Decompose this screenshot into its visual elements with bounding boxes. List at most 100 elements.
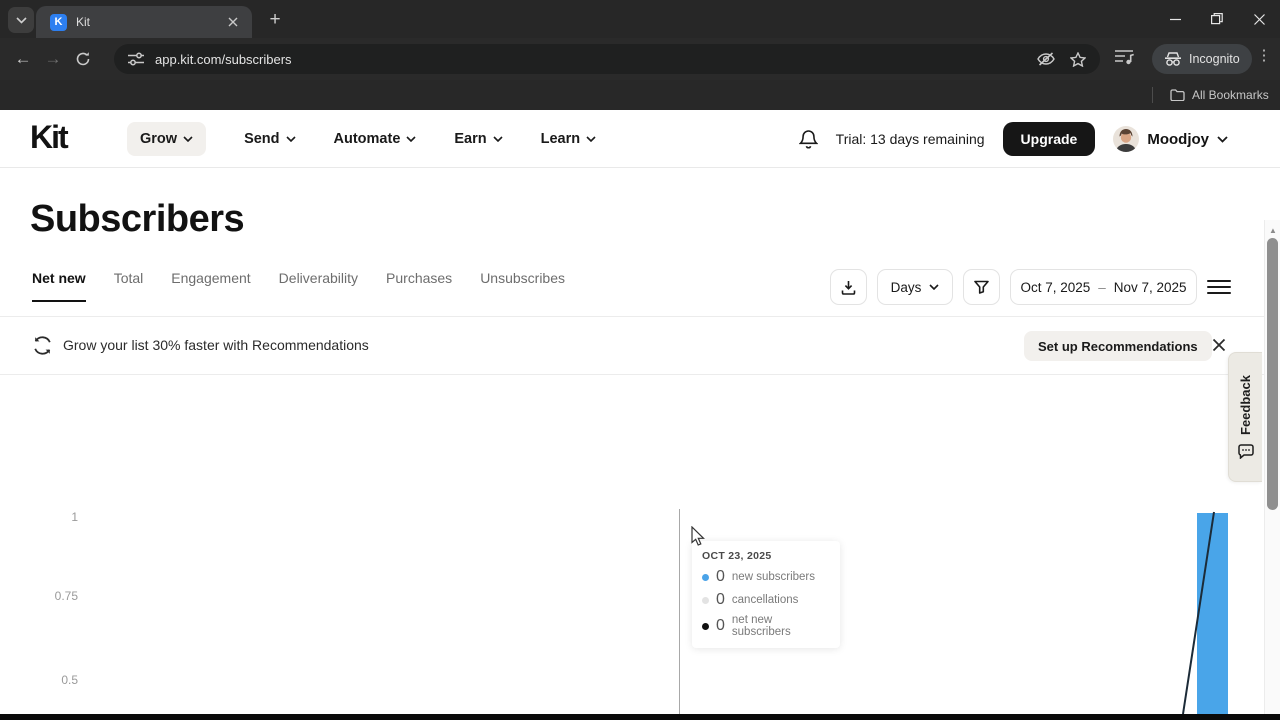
tooltip-label: cancellations — [732, 594, 798, 606]
nav-item-label: Grow — [140, 131, 177, 147]
setup-recommendations-button[interactable]: Set up Recommendations — [1024, 331, 1212, 361]
forward-icon[interactable]: → — [38, 44, 68, 74]
tab-title: Kit — [76, 15, 224, 29]
chevron-down-icon — [929, 284, 939, 290]
tooltip-date: OCT 23, 2025 — [702, 550, 830, 562]
url-text[interactable]: app.kit.com/subscribers — [155, 52, 1037, 67]
chart-menu-icon[interactable] — [1207, 277, 1231, 297]
minimize-button[interactable] — [1154, 0, 1196, 38]
interval-label: Days — [891, 280, 922, 295]
chevron-down-icon — [1217, 136, 1228, 143]
banner-text: Grow your list 30% faster with Recommend… — [63, 337, 369, 353]
bookmarks-divider — [1152, 87, 1153, 103]
browser-toolbar: ← → app.kit.com/subscribers Incognito ⋮ — [0, 38, 1280, 80]
filter-button[interactable] — [963, 269, 1000, 305]
page-scrollbar[interactable]: ▲ ▼ — [1264, 220, 1280, 720]
bell-icon[interactable] — [799, 129, 818, 150]
chevron-down-icon — [586, 136, 596, 142]
new-tab-button[interactable]: + — [262, 7, 288, 33]
nav-item-label: Send — [244, 131, 279, 147]
date-range-separator: – — [1098, 280, 1106, 295]
tooltip-value: 0 — [716, 591, 725, 609]
tab-close-icon[interactable] — [224, 13, 242, 31]
scrollbar-up-icon[interactable]: ▲ — [1265, 222, 1280, 238]
tab-search-button[interactable] — [8, 7, 34, 33]
chevron-down-icon — [16, 17, 27, 24]
tooltip-label: new subscribers — [732, 571, 815, 583]
nav-item-send[interactable]: Send — [244, 131, 295, 147]
net-new-chart[interactable]: 1 0.75 0.5 0.25 OCT 23, 2025 0 new subsc… — [0, 375, 1264, 714]
all-bookmarks-button[interactable]: All Bookmarks — [1170, 80, 1269, 110]
banner-close-icon[interactable] — [1212, 338, 1226, 352]
close-window-button[interactable] — [1238, 0, 1280, 38]
bookmark-star-icon[interactable] — [1070, 52, 1086, 67]
bottom-edge — [0, 714, 1280, 720]
all-bookmarks-label: All Bookmarks — [1192, 88, 1269, 102]
browser-menu-icon[interactable]: ⋮ — [1254, 46, 1274, 64]
date-start[interactable]: Oct 7, 2025 — [1020, 280, 1090, 295]
mouse-cursor — [691, 526, 706, 547]
kit-page: Kit Grow Send Automate Earn — [0, 110, 1280, 714]
back-icon[interactable]: ← — [8, 44, 38, 74]
screen: K Kit + ← → app.kit.com/subscribers — [0, 0, 1280, 720]
account-menu[interactable]: Moodjoy — [1113, 126, 1228, 152]
tooltip-label: net new subscribers — [732, 614, 830, 638]
bookmarks-bar: All Bookmarks — [0, 80, 1280, 110]
tab-deliverability[interactable]: Deliverability — [279, 270, 358, 302]
kit-logo[interactable]: Kit — [30, 119, 67, 156]
interval-select[interactable]: Days — [877, 269, 953, 305]
nav-item-label: Automate — [334, 131, 401, 147]
site-info-icon[interactable] — [128, 52, 144, 66]
feedback-tab[interactable]: Feedback — [1228, 352, 1262, 482]
date-range-picker[interactable]: Oct 7, 2025 – Nov 7, 2025 — [1010, 269, 1197, 305]
reload-icon[interactable] — [68, 44, 98, 74]
download-icon — [841, 280, 856, 295]
folder-icon — [1170, 89, 1185, 101]
browser-tab[interactable]: K Kit — [36, 6, 252, 38]
chart-tooltip: OCT 23, 2025 0 new subscribers 0 cancell… — [692, 541, 840, 648]
nav-item-grow[interactable]: Grow — [127, 122, 206, 156]
net-new-line — [0, 375, 1264, 714]
recommendations-icon — [32, 335, 53, 356]
incognito-badge: Incognito — [1152, 44, 1252, 74]
chevron-down-icon — [493, 136, 503, 142]
tooltip-row: 0 net new subscribers — [702, 614, 830, 638]
tab-total[interactable]: Total — [114, 270, 144, 302]
restore-button[interactable] — [1196, 0, 1238, 38]
tooltip-value: 0 — [716, 617, 725, 635]
feedback-label: Feedback — [1238, 375, 1253, 435]
recommendations-banner: Grow your list 30% faster with Recommend… — [0, 317, 1264, 374]
account-name: Moodjoy — [1147, 131, 1209, 148]
tab-engagement[interactable]: Engagement — [171, 270, 250, 302]
scrollbar-thumb[interactable] — [1267, 238, 1278, 510]
nav-item-automate[interactable]: Automate — [334, 131, 417, 147]
upgrade-button[interactable]: Upgrade — [1003, 122, 1096, 156]
kit-navbar: Kit Grow Send Automate Earn — [0, 110, 1280, 168]
incognito-label: Incognito — [1189, 52, 1240, 66]
download-button[interactable] — [830, 269, 867, 305]
eye-off-icon[interactable] — [1037, 52, 1056, 66]
tooltip-row: 0 cancellations — [702, 591, 830, 609]
nav-item-earn[interactable]: Earn — [454, 131, 502, 147]
filter-icon — [974, 280, 989, 294]
avatar — [1113, 126, 1139, 152]
media-controls-icon[interactable] — [1114, 48, 1134, 66]
nav-item-label: Learn — [541, 131, 581, 147]
series-dot-net-new — [702, 623, 709, 630]
page-title: Subscribers — [30, 198, 244, 241]
trial-text: Trial: 13 days remaining — [836, 131, 985, 147]
date-end[interactable]: Nov 7, 2025 — [1114, 280, 1187, 295]
kit-favicon: K — [50, 14, 67, 31]
chevron-down-icon — [286, 136, 296, 142]
url-bar[interactable]: app.kit.com/subscribers — [114, 44, 1100, 74]
tab-unsubscribes[interactable]: Unsubscribes — [480, 270, 565, 302]
series-dot-new-subscribers — [702, 574, 709, 581]
tab-net-new[interactable]: Net new — [32, 270, 86, 302]
tab-purchases[interactable]: Purchases — [386, 270, 452, 302]
tooltip-row: 0 new subscribers — [702, 568, 830, 586]
nav-item-learn[interactable]: Learn — [541, 131, 597, 147]
chevron-down-icon — [406, 136, 416, 142]
chevron-down-icon — [183, 136, 193, 142]
tooltip-value: 0 — [716, 568, 725, 586]
report-tabs: Net new Total Engagement Deliverability … — [32, 270, 565, 302]
